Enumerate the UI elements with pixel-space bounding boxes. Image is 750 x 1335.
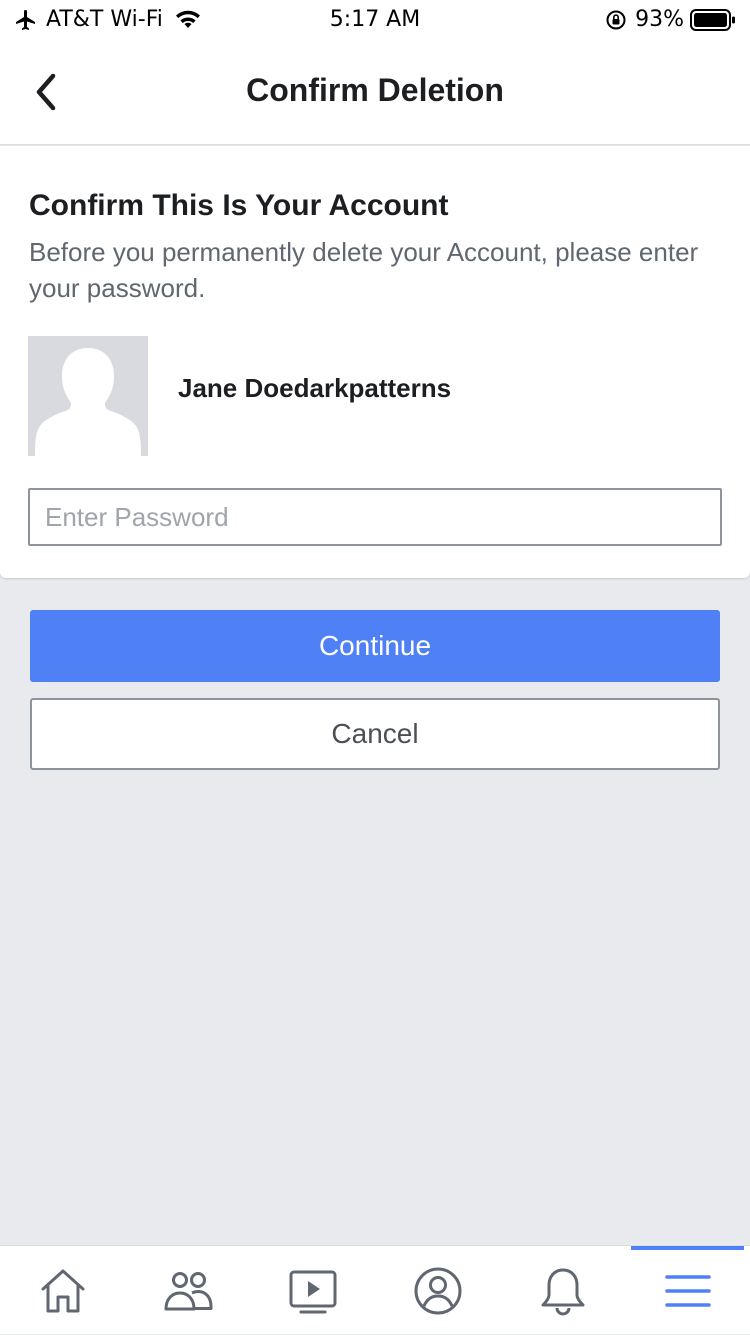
battery-icon (690, 8, 735, 31)
password-input[interactable] (28, 488, 722, 546)
status-bar: AT&T Wi-Fi 5:17 AM 93% (0, 0, 750, 40)
page-title: Confirm Deletion (246, 72, 504, 108)
tab-friends[interactable] (125, 1246, 250, 1335)
tab-watch[interactable] (250, 1246, 375, 1335)
home-icon (41, 1269, 84, 1312)
tab-profile[interactable] (375, 1246, 500, 1335)
continue-button[interactable]: Continue (30, 610, 720, 682)
menu-icon (664, 1274, 711, 1307)
battery-percent: 93% (635, 7, 684, 32)
status-right: 93% (605, 7, 736, 32)
tab-home[interactable] (0, 1246, 125, 1335)
tab-notifications[interactable] (500, 1246, 625, 1335)
confirm-account-card: Confirm This Is Your Account Before you … (0, 146, 750, 578)
notifications-icon (541, 1268, 584, 1315)
card-description: Before you permanently delete your Accou… (29, 237, 699, 303)
default-avatar-icon (35, 348, 141, 456)
avatar (28, 336, 148, 456)
profile-icon (414, 1267, 461, 1314)
friends-icon (164, 1271, 212, 1310)
tab-menu[interactable] (625, 1246, 750, 1335)
card-heading: Confirm This Is Your Account (29, 189, 449, 222)
orientation-lock-icon (606, 10, 626, 29)
watch-icon (289, 1270, 336, 1313)
user-name: Jane Doedarkpatterns (178, 373, 452, 403)
cancel-button[interactable]: Cancel (30, 698, 720, 770)
nav-bar: Confirm Deletion (0, 40, 750, 145)
tab-bar (0, 1245, 750, 1334)
